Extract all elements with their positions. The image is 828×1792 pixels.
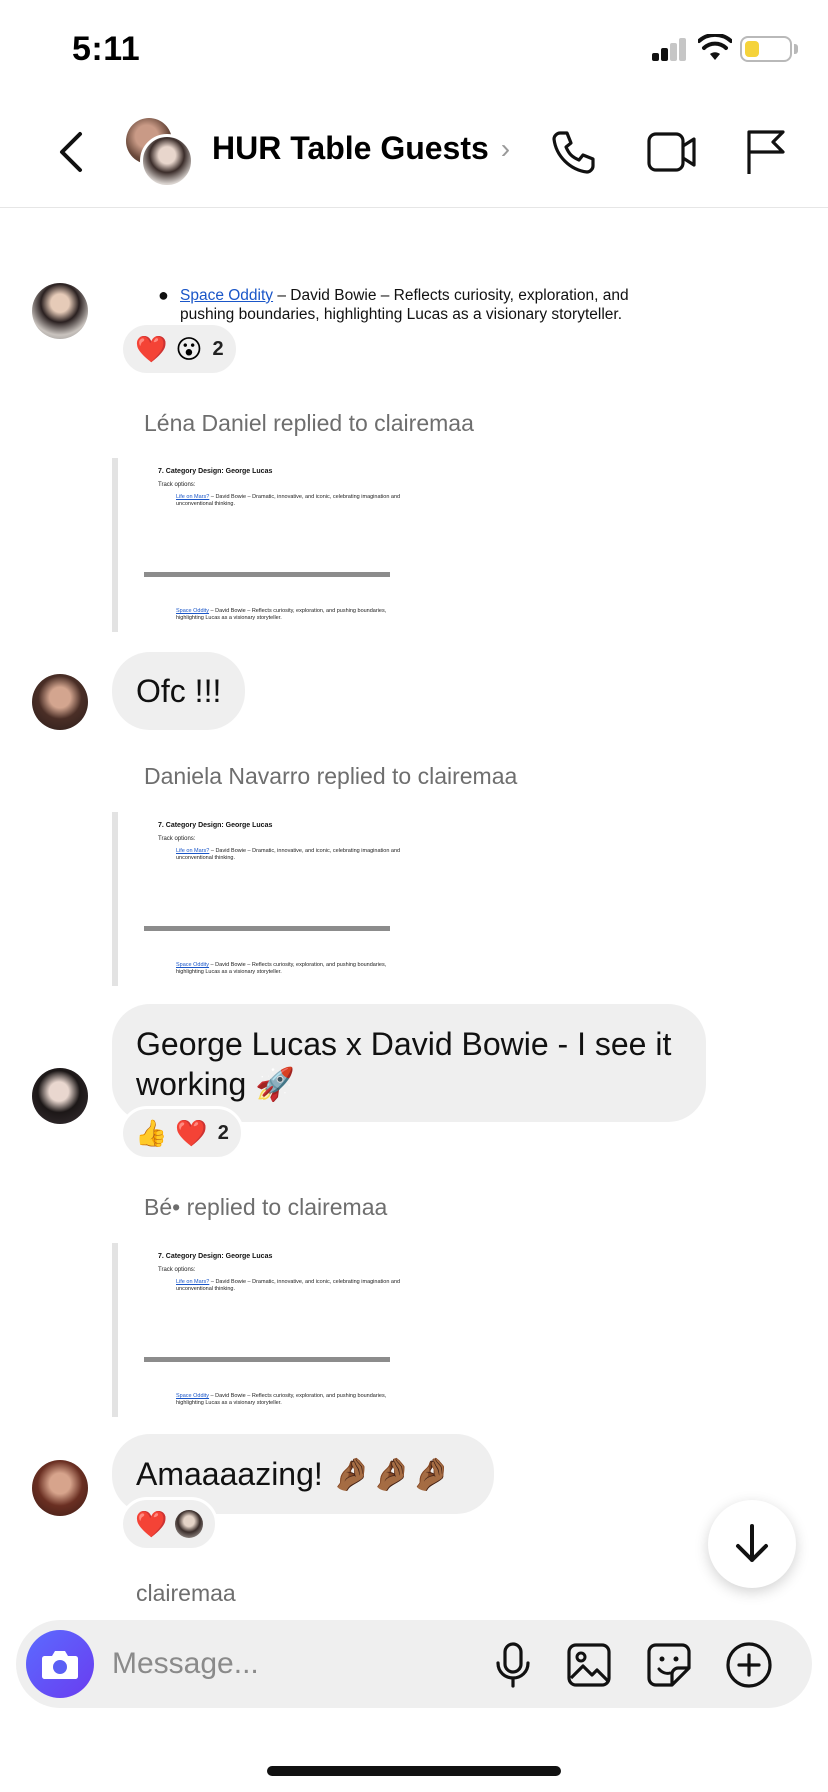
doc-subtitle: Track options: <box>158 482 196 488</box>
doc-item-text: – David Bowie – Dramatic, innovative, an… <box>176 494 401 507</box>
voice-message-button[interactable] <box>486 1638 540 1692</box>
plus-circle-icon <box>726 1642 772 1688</box>
gallery-button[interactable] <box>562 1638 616 1692</box>
battery-level <box>745 41 759 57</box>
message-bubble[interactable]: George Lucas x David Bowie - I see it wo… <box>112 1004 706 1122</box>
reactions-bar[interactable]: 👍 ❤️ 2 <box>120 1106 244 1160</box>
reaction-count: 2 <box>212 337 224 360</box>
surprised-reaction: 😮 <box>175 333 203 364</box>
doc-item: Life on Mars? – David Bowie – Dramatic, … <box>176 494 401 508</box>
message-composer <box>16 1620 812 1708</box>
avatar[interactable] <box>32 283 88 339</box>
avatar <box>140 134 194 188</box>
divider <box>144 572 390 577</box>
avatar[interactable] <box>32 674 88 730</box>
doc-title: 7. Category Design: George Lucas <box>158 822 273 829</box>
image-icon <box>567 1643 611 1687</box>
battery-cap <box>794 44 798 54</box>
doc-item: Life on Mars? – David Bowie – Dramatic, … <box>176 1279 401 1293</box>
more-options-button[interactable] <box>722 1638 776 1692</box>
phone-icon <box>552 131 595 174</box>
doc-title: 7. Category Design: George Lucas <box>158 1253 273 1260</box>
doc-item: Space Oddity – David Bowie – Reflects cu… <box>176 608 401 622</box>
quoted-document-preview[interactable]: 7. Category Design: George Lucas Track o… <box>112 1243 412 1417</box>
reply-label: Léna Daniel replied to clairemaa <box>144 410 474 436</box>
call-button[interactable] <box>544 122 604 182</box>
doc-link: Space Oddity <box>176 1393 210 1399</box>
chevron-right-icon: › <box>500 132 511 164</box>
heart-reaction: ❤️ <box>135 1508 168 1539</box>
quoted-document-preview[interactable]: 7. Category Design: George Lucas Track o… <box>112 812 412 986</box>
microphone-icon <box>496 1642 530 1688</box>
reactions-bar[interactable]: ❤️ 😮 2 <box>120 322 239 376</box>
doc-link: Space Oddity <box>176 608 210 614</box>
doc-item-text: – David Bowie – Dramatic, innovative, an… <box>176 848 401 861</box>
cellular-signal-icon <box>652 37 688 61</box>
scroll-to-bottom-button[interactable] <box>708 1500 796 1588</box>
wifi-icon <box>698 34 732 60</box>
doc-title: 7. Category Design: George Lucas <box>158 468 273 475</box>
home-indicator <box>267 1766 561 1776</box>
message-input[interactable] <box>112 1640 412 1688</box>
sender-name: clairemaa <box>136 1580 236 1606</box>
group-name: HUR Table Guests <box>212 130 489 166</box>
doc-link: Life on Mars? <box>176 1279 210 1285</box>
avatar[interactable] <box>32 1068 88 1124</box>
status-time: 5:11 <box>72 30 141 68</box>
doc-item-text: – David Bowie – Dramatic, innovative, an… <box>176 1279 401 1292</box>
video-call-button[interactable] <box>642 122 702 182</box>
doc-item: Life on Mars? – David Bowie – Dramatic, … <box>176 848 401 862</box>
doc-link: Space Oddity <box>176 962 210 968</box>
song-link[interactable]: Space Oddity <box>180 287 273 304</box>
chevron-left-icon <box>60 132 82 172</box>
camera-button[interactable] <box>26 1630 94 1698</box>
chat-header: HUR Table Guests › <box>0 96 828 208</box>
bullet-point: ● <box>158 285 169 305</box>
back-button[interactable] <box>46 124 96 180</box>
video-camera-icon <box>647 132 696 172</box>
doc-subtitle: Track options: <box>158 1267 196 1273</box>
flag-icon <box>747 130 785 174</box>
chat-title[interactable]: HUR Table Guests › <box>212 130 510 167</box>
report-button[interactable] <box>735 122 795 182</box>
sticker-button[interactable] <box>642 1638 696 1692</box>
quoted-document-preview[interactable]: 7. Category Design: George Lucas Track o… <box>112 458 412 632</box>
divider <box>144 1357 390 1362</box>
group-avatar[interactable] <box>126 118 196 188</box>
battery-icon <box>740 36 792 62</box>
status-bar: 5:11 <box>0 0 828 96</box>
reactions-bar[interactable]: ❤️ <box>120 1497 219 1551</box>
arrow-down-icon <box>736 1524 768 1562</box>
heart-reaction: ❤️ <box>135 333 168 364</box>
message-bubble[interactable]: Ofc !!! <box>112 652 246 730</box>
reply-label: Bé• replied to clairemaa <box>144 1194 388 1220</box>
doc-item: Space Oddity – David Bowie – Reflects cu… <box>176 1393 401 1407</box>
doc-subtitle: Track options: <box>158 836 196 842</box>
reaction-count: 2 <box>217 1121 229 1144</box>
sticker-icon <box>647 1643 691 1687</box>
divider <box>144 926 390 931</box>
reactor-avatar <box>175 1510 204 1538</box>
heart-reaction: ❤️ <box>175 1117 208 1148</box>
doc-item: Space Oddity – David Bowie – Reflects cu… <box>176 962 401 976</box>
camera-icon <box>42 1651 78 1679</box>
thumbs-up-reaction: 👍 <box>135 1117 168 1148</box>
doc-link: Life on Mars? <box>176 494 210 500</box>
doc-link: Life on Mars? <box>176 848 210 854</box>
reply-label: Daniela Navarro replied to clairemaa <box>144 763 518 789</box>
avatar[interactable] <box>32 1460 88 1516</box>
